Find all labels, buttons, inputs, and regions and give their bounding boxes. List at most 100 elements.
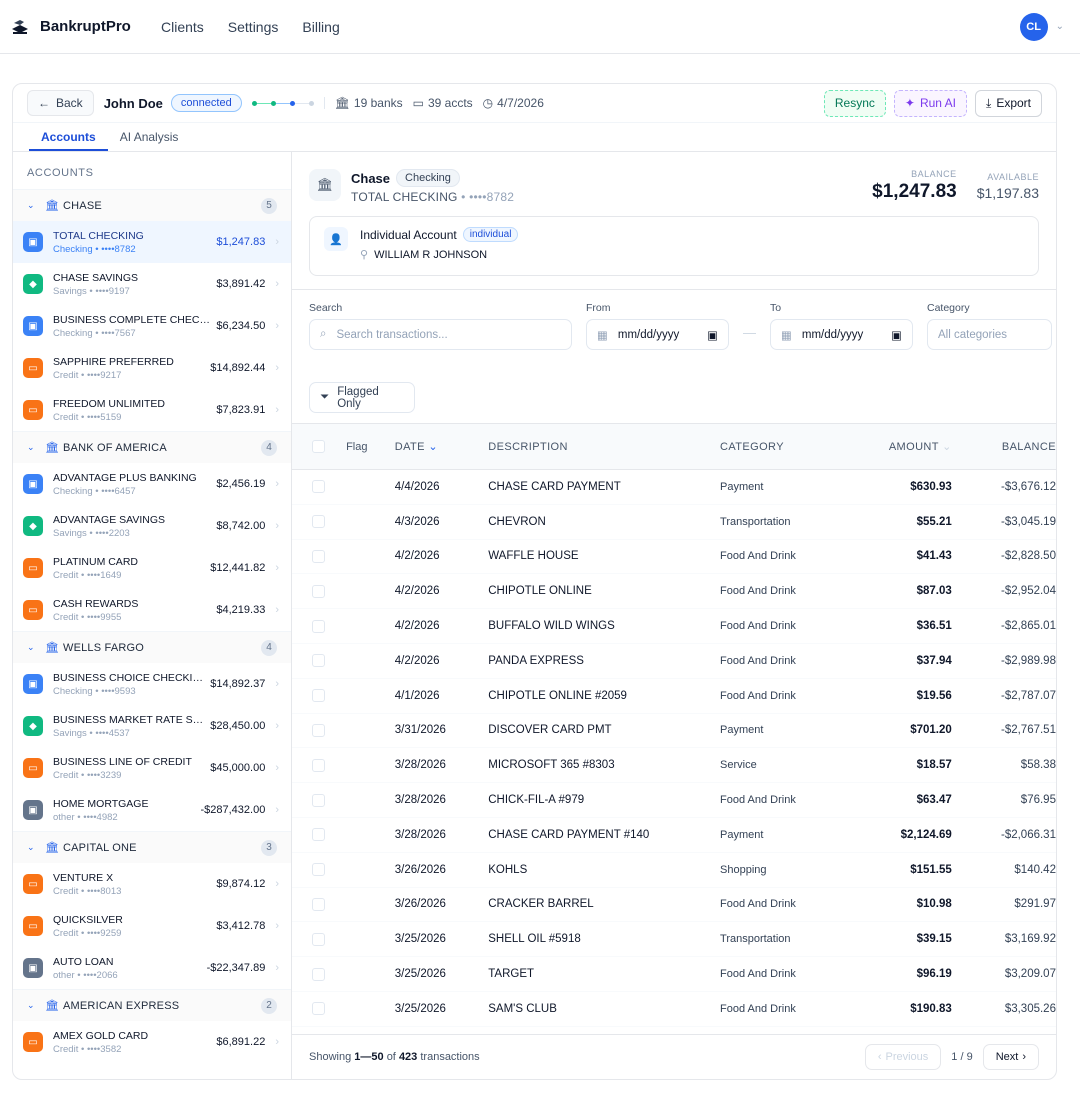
table-row[interactable]: 4/2/2026 PANDA EXPRESS Food And Drink $37.9…: [292, 644, 1056, 679]
amount-cell: $2,124.69: [900, 828, 952, 841]
account-item[interactable]: ▭ VENTURE X Credit • ••••8013 $9,874.12 ›: [13, 863, 291, 905]
table-row[interactable]: 3/26/2026 KOHLS Shopping $151.55 $140.42: [292, 853, 1056, 888]
bank-group-header[interactable]: ⌄ 🏛 AMERICAN EXPRESS 2: [13, 989, 291, 1021]
bank-name: CHASE: [63, 199, 102, 212]
table-row[interactable]: 4/2/2026 CHIPOTLE ONLINE Food And Drink $87…: [292, 574, 1056, 610]
col-amount[interactable]: AMOUNT ⌄: [837, 440, 952, 453]
amount-cell: $63.47: [916, 794, 952, 807]
table-row[interactable]: 4/2/2026 BUFFALO WILD WINGS Food And Drink…: [292, 609, 1056, 644]
row-checkbox[interactable]: [312, 863, 325, 877]
next-button[interactable]: Next ›: [982, 1044, 1039, 1070]
account-item[interactable]: ▣ ADVANTAGE PLUS BANKING Checking • ••••64…: [13, 463, 291, 505]
row-checkbox[interactable]: [312, 480, 325, 494]
amount-cell: $87.03: [916, 585, 952, 598]
from-date-input[interactable]: ▦ mm/dd/yyyy ▣: [586, 319, 729, 350]
bank-group-header[interactable]: ⌄ 🏛 BANK OF AMERICA 4: [13, 431, 291, 463]
nav-settings[interactable]: Settings: [228, 19, 279, 35]
row-checkbox[interactable]: [312, 689, 325, 703]
row-checkbox[interactable]: [312, 619, 325, 633]
row-checkbox[interactable]: [312, 828, 325, 842]
row-checkbox[interactable]: [312, 793, 325, 807]
back-button[interactable]: ← Back: [27, 90, 94, 116]
previous-button[interactable]: ‹ Previous: [864, 1044, 942, 1070]
description-cell: CHASE CARD PAYMENT: [488, 480, 621, 493]
row-checkbox[interactable]: [312, 723, 325, 737]
account-item[interactable]: ◆ BUSINESS MARKET RATE SAVINGSSavings • •…: [13, 705, 291, 747]
account-item[interactable]: ▣ AUTO LOAN other • ••••2066 -$22,347.89 ›: [13, 947, 291, 989]
category-cell: Shopping: [720, 863, 767, 876]
chevron-right-icon: ›: [275, 804, 279, 816]
tab-accounts[interactable]: Accounts: [29, 123, 108, 151]
table-row[interactable]: 4/2/2026 WAFFLE HOUSE Food And Drink $41.43…: [292, 540, 1056, 575]
account-item[interactable]: ▭ PLATINUM CARD Credit • ••••1649 $12,441.8…: [13, 547, 291, 589]
account-item[interactable]: ▣ BUSINESS COMPLETE CHECKING Checking • ••…: [13, 305, 291, 347]
row-checkbox[interactable]: [312, 967, 325, 981]
row-checkbox[interactable]: [312, 654, 325, 668]
select-all-checkbox[interactable]: [312, 440, 325, 453]
available-label: AVAILABLE: [987, 172, 1039, 182]
bank-group-header[interactable]: ⌄ 🏛 WELLS FARGO 4: [13, 631, 291, 663]
chevron-down-icon: ⌄: [27, 842, 35, 852]
table-row[interactable]: 3/25/2026 TARGET Food And Drink $96.19 $3,20…: [292, 957, 1056, 992]
account-item[interactable]: ▣ BUSINESS CHOICE CHECKING Checking • ••••…: [13, 663, 291, 705]
account-item[interactable]: ▭ CASH REWARDS Credit • ••••9955 $4,219.33 ›: [13, 589, 291, 631]
account-item[interactable]: ▭ FREEDOM UNLIMITED Credit • ••••5159 $7,82…: [13, 389, 291, 431]
table-row[interactable]: 3/25/2026 SHELL OIL #5918 Transportation $3…: [292, 922, 1056, 958]
brand[interactable]: BankruptPro: [10, 17, 160, 37]
row-checkbox[interactable]: [312, 932, 325, 946]
account-item[interactable]: ▭ SAPPHIRE PREFERRED Credit • ••••9217 $14,…: [13, 347, 291, 389]
row-checkbox[interactable]: [312, 515, 325, 529]
calendar-picker-icon[interactable]: ▣: [707, 328, 718, 342]
nav-billing[interactable]: Billing: [302, 19, 339, 35]
balance-cell: $3,169.92: [1004, 933, 1056, 946]
calendar-picker-icon[interactable]: ▣: [891, 328, 902, 342]
row-checkbox[interactable]: [312, 1002, 325, 1016]
bank-group-header[interactable]: ⌄ 🏛 CAPITAL ONE 3: [13, 831, 291, 863]
category-select[interactable]: All categories: [927, 319, 1052, 350]
account-item[interactable]: ▭ QUICKSILVER Credit • ••••9259 $3,412.78 ›: [13, 905, 291, 947]
account-item[interactable]: ▭ BUSINESS LINE OF CREDIT Credit • ••••323…: [13, 747, 291, 789]
resync-button[interactable]: Resync: [823, 89, 886, 117]
credit-account-icon: ▭: [23, 600, 43, 620]
category-cell: Payment: [720, 724, 764, 737]
export-button[interactable]: ⤓ Export: [975, 89, 1042, 117]
run-ai-button[interactable]: ✦ Run AI: [893, 89, 967, 117]
category-cell: Food And Drink: [720, 898, 796, 911]
bank-group-header[interactable]: ⌄ 🏛 CHASE 5: [13, 189, 291, 221]
account-item[interactable]: ▣ HOME MORTGAGE other • ••••4982 -$287,432.…: [13, 789, 291, 831]
row-checkbox[interactable]: [312, 758, 325, 772]
account-item[interactable]: ▣ TOTAL CHECKING Checking • ••••8782 $1,247…: [13, 221, 291, 263]
table-row[interactable]: 4/3/2026 CHEVRON Transportation $55.21 -$3,0…: [292, 505, 1056, 540]
account-item[interactable]: ▭ AMEX GOLD CARD Credit • ••••3582 $6,891.2…: [13, 1021, 291, 1063]
search-label: Search: [309, 302, 343, 314]
table-row[interactable]: 4/4/2026 CHASE CARD PAYMENT Payment $630.93…: [292, 470, 1056, 505]
flagged-only-button[interactable]: ⏷ Flagged Only: [309, 382, 415, 413]
description-cell: SAM'S CLUB: [488, 1002, 557, 1015]
table-row[interactable]: 3/28/2026 CHICK-FIL-A #979 Food And Drink $…: [292, 783, 1056, 818]
user-menu[interactable]: CL ⌄: [1019, 12, 1064, 41]
account-balance: $8,742.00: [216, 520, 266, 532]
row-checkbox[interactable]: [312, 549, 325, 563]
table-row[interactable]: 3/28/2026 MICROSOFT 365 #8303 Service $18.5…: [292, 748, 1056, 784]
account-item[interactable]: ◆ CHASE SAVINGS Savings • ••••9197 $3,891.4…: [13, 263, 291, 305]
description-cell: BUFFALO WILD WINGS: [488, 620, 615, 633]
row-checkbox[interactable]: [312, 584, 325, 598]
category-cell: Food And Drink: [720, 794, 796, 807]
col-date[interactable]: DATE ⌄: [395, 440, 488, 453]
tab-ai-analysis[interactable]: AI Analysis: [108, 123, 191, 151]
table-row[interactable]: 3/28/2026 CHASE CARD PAYMENT #140 Payment $…: [292, 818, 1056, 853]
avatar[interactable]: CL: [1019, 12, 1048, 41]
description-cell: KOHLS: [488, 863, 528, 876]
search-input[interactable]: ⌕ Search transactions...: [309, 319, 572, 350]
nav-clients[interactable]: Clients: [161, 19, 204, 35]
balance-cell: -$2,828.50: [1000, 550, 1056, 563]
to-date-input[interactable]: ▦ mm/dd/yyyy ▣: [770, 319, 913, 350]
owner-title: Individual Account: [360, 227, 457, 242]
table-row[interactable]: 3/31/2026 DISCOVER CARD PMT Payment $701.20…: [292, 714, 1056, 749]
owner-badge: individual: [462, 227, 519, 242]
row-checkbox[interactable]: [312, 897, 325, 911]
table-row[interactable]: 3/25/2026 SAM'S CLUB Food And Drink $190.83…: [292, 992, 1056, 1027]
table-row[interactable]: 4/1/2026 CHIPOTLE ONLINE #2059 Food And Dr…: [292, 679, 1056, 714]
account-item[interactable]: ◆ ADVANTAGE SAVINGS Savings • ••••2203 $8,7…: [13, 505, 291, 547]
table-row[interactable]: 3/26/2026 CRACKER BARREL Food And Drink $10…: [292, 888, 1056, 923]
